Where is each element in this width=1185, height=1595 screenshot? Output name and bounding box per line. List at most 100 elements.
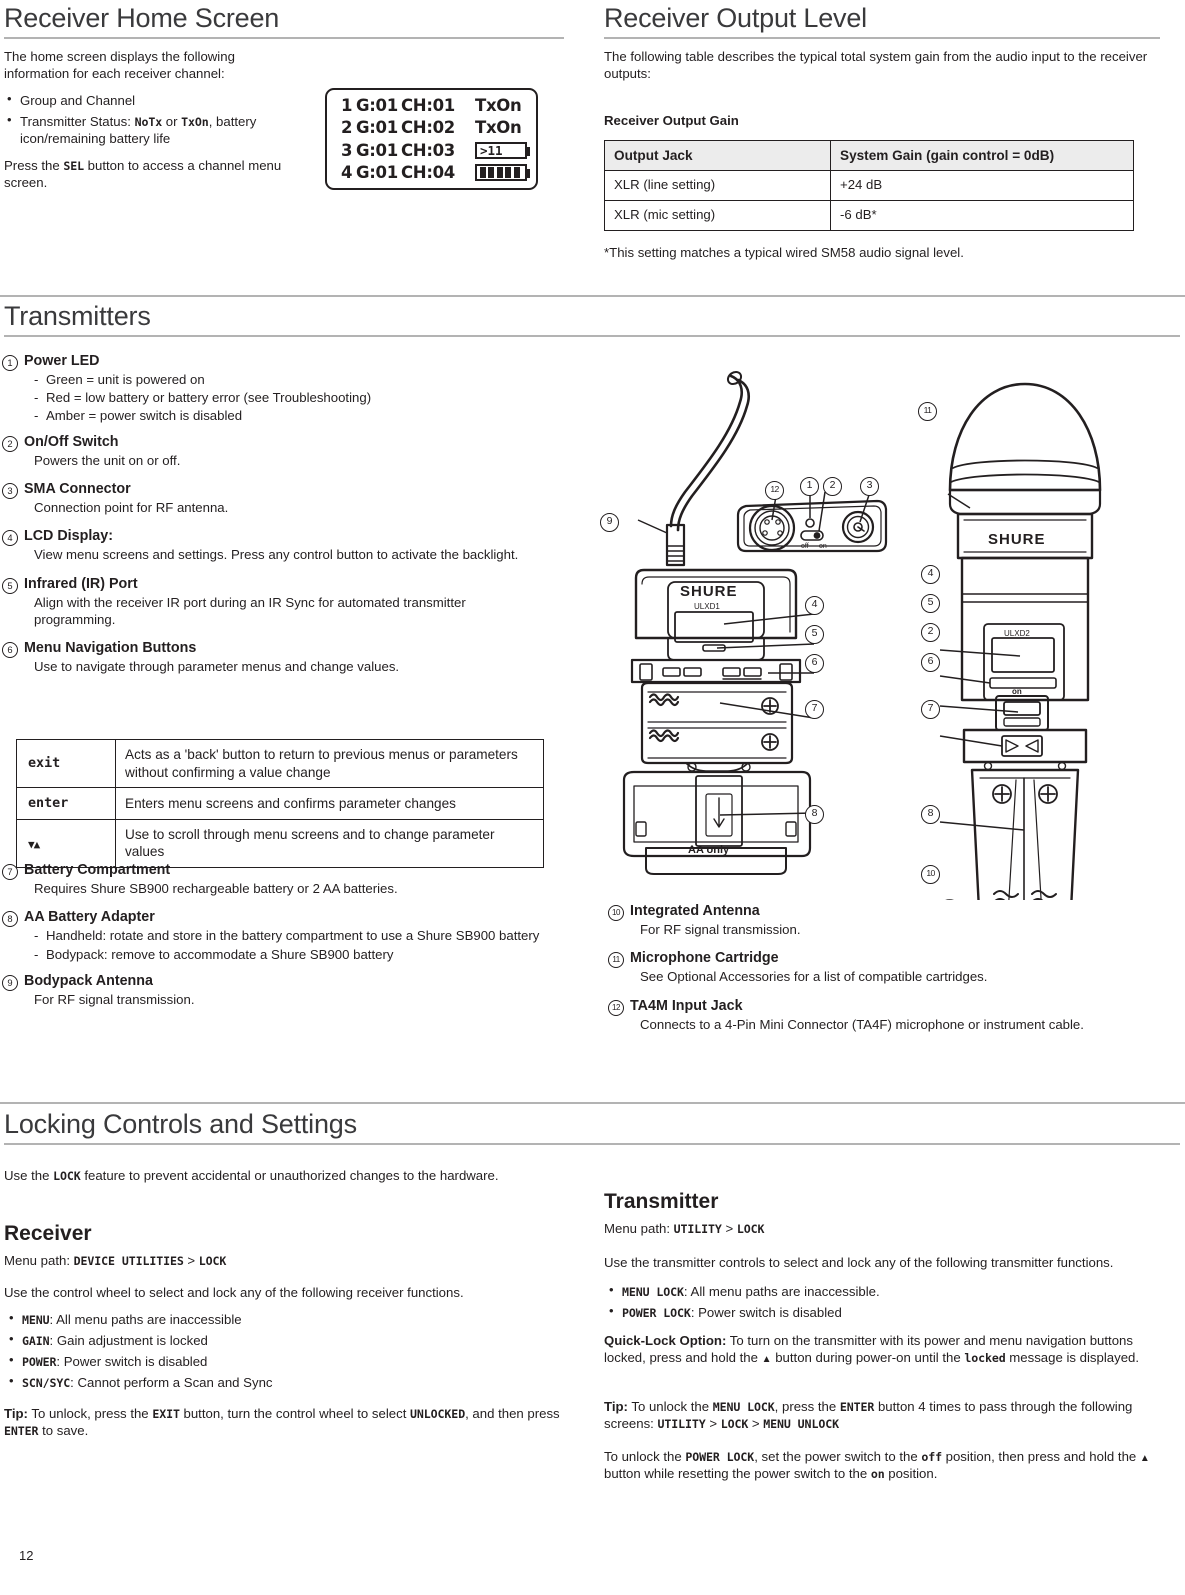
transmitters-title: Transmitters [4, 302, 1180, 338]
callout-number: 6 [2, 642, 18, 659]
callout-3: 3 [860, 477, 879, 496]
lcd-row: 2 G:01 CH:02 TxOn [341, 118, 522, 138]
locking-transmitter-final: To unlock the POWER LOCK, set the power … [604, 1449, 1150, 1482]
locking-title: Locking Controls and Settings [4, 1110, 1180, 1146]
item-desc: Powers the unit on or off. [34, 452, 181, 468]
list-item: Handheld: rotate and store in the batter… [24, 927, 549, 944]
callout-7: 7 [805, 700, 824, 719]
handheld-brand-label: SHURE [988, 531, 1046, 548]
callout-4-hh: 4 [921, 565, 940, 584]
transmitter-item-7: 7 Battery Compartment Requires Shure SB9… [2, 862, 582, 897]
transmitter-item-12: 12 TA4M Input Jack Connects to a 4-Pin M… [608, 998, 1168, 1033]
list-item: Green = unit is powered on [24, 371, 582, 388]
lcd-status: TxOn [475, 118, 522, 138]
menu-navigation-buttons-table: exit Acts as a 'back' button to return t… [16, 738, 544, 869]
item-title: SMA Connector [24, 480, 131, 497]
page-number: 12 [19, 1548, 34, 1563]
receiver-output-footnote: *This setting matches a typical wired SM… [604, 245, 964, 260]
bodypack-model-label: ULXD1 [694, 602, 720, 611]
transmitter-item-10: 10 Integrated Antenna For RF signal tran… [608, 903, 1168, 938]
callout-9: 9 [600, 513, 619, 532]
table-row: ▼▲ Use to scroll through menu screens an… [16, 818, 544, 869]
updown-arrows-icon: ▼▲ [28, 837, 40, 851]
lcd-row: 4 G:01 CH:04 [327, 162, 536, 185]
item-desc: Connects to a 4-Pin Mini Connector (TA4F… [640, 1016, 1084, 1032]
lcd-row: 1 G:01 CH:01 TxOn [341, 95, 522, 115]
callout-8: 8 [805, 805, 824, 824]
item-title: LCD Display: [24, 528, 113, 545]
callout-6: 6 [805, 654, 824, 673]
locking-transmitter-tip: Tip: To unlock the MENU LOCK, press the … [604, 1399, 1133, 1432]
callout-12: 12 [765, 481, 784, 500]
list-item: POWER LOCK: Power switch is disabled [602, 1303, 1122, 1321]
transmitter-item-8: 8 AA Battery Adapter Handheld: rotate an… [2, 909, 582, 963]
section-divider-locking [0, 1102, 1185, 1104]
locking-receiver-tip: Tip: To unlock, press the EXIT button, t… [4, 1406, 560, 1439]
transmitter-items-right: 10 Integrated Antenna For RF signal tran… [608, 903, 1168, 1037]
table-cell: XLR (mic setting) [604, 200, 831, 232]
transmitter-item-4: 4 LCD Display: View menu screens and set… [2, 528, 582, 563]
bodypack-brand-label: SHURE [680, 583, 738, 600]
transmitter-item-6: 6 Menu Navigation Buttons Use to navigat… [2, 640, 582, 675]
callout-2-hh: 2 [921, 623, 940, 642]
table-cell-desc: Acts as a 'back' button to return to pre… [115, 738, 544, 789]
receiver-output-heading-block: Receiver Output Level [604, 4, 1160, 40]
receiver-home-title: Receiver Home Screen [4, 4, 564, 40]
list-item: Red = low battery or battery error (see … [24, 389, 582, 406]
table-cell-key: ▼▲ [16, 818, 116, 869]
table-cell-key: enter [16, 787, 116, 820]
locking-receiver-heading: Receiver [4, 1222, 92, 1245]
list-item: SCN/SYC: Cannot perform a Scan and Sync [2, 1373, 502, 1391]
receiver-output-title: Receiver Output Level [604, 4, 1160, 40]
list-item: GAIN: Gain adjustment is locked [2, 1331, 502, 1349]
receiver-output-gain-table: Output Jack System Gain (gain control = … [604, 139, 1134, 232]
transmitter-items-left-2: 7 Battery Compartment Requires Shure SB9… [2, 862, 582, 1012]
table-cell: +24 dB [830, 170, 1134, 202]
receiver-home-outro: Press the SEL button to access a channel… [4, 158, 282, 191]
table-cell: -6 dB* [830, 200, 1134, 232]
table-row: exit Acts as a 'back' button to return t… [16, 738, 544, 789]
item-dash-list: Handheld: rotate and store in the batter… [24, 927, 549, 962]
transmitter-item-2: 2 On/Off Switch Powers the unit on or of… [2, 434, 582, 469]
transmitter-item-5: 5 Infrared (IR) Port Align with the rece… [2, 576, 582, 628]
receiver-output-intro: The following table describes the typica… [604, 49, 1148, 82]
item-desc: See Optional Accessories for a list of c… [640, 969, 988, 985]
table-cell-desc: Enters menu screens and confirms paramet… [115, 787, 544, 820]
item-dash-list: Green = unit is powered on Red = low bat… [24, 371, 582, 425]
callout-7-hh: 7 [921, 700, 940, 719]
callout-number: 12 [608, 999, 624, 1016]
item-title: Infrared (IR) Port [24, 575, 138, 592]
item-title: Bodypack Antenna [24, 972, 153, 989]
callout-10-hh: 10 [921, 865, 940, 884]
callout-5-hh: 5 [921, 594, 940, 613]
callout-number: 4 [2, 530, 18, 547]
item-title: Power LED [24, 353, 100, 369]
list-item: Transmitter Status: NoTx or TxOn, batter… [0, 112, 300, 147]
section-divider-top [0, 295, 1185, 297]
up-arrow-icon: ▲ [1139, 1453, 1150, 1464]
locking-receiver-bullets: MENU: All menu paths are inaccessible GA… [2, 1310, 502, 1396]
list-item: MENU LOCK: All menu paths are inaccessib… [602, 1282, 1122, 1300]
item-desc: For RF signal transmission. [34, 991, 195, 1007]
locking-transmitter-lead: Use the transmitter controls to select a… [604, 1255, 1114, 1270]
transmitter-item-11: 11 Microphone Cartridge See Optional Acc… [608, 950, 1168, 985]
callout-number: 10 [608, 905, 624, 921]
transmitter-items-left: 1 Power LED Green = unit is powered on R… [2, 353, 582, 682]
item-title: Battery Compartment [24, 862, 171, 878]
locking-intro: Use the LOCK feature to prevent accident… [4, 1168, 499, 1183]
bodypack-body [622, 568, 812, 875]
item-title: On/Off Switch [24, 433, 119, 450]
callout-number: 3 [2, 482, 18, 499]
receiver-output-table-caption: Receiver Output Gain [604, 113, 739, 128]
table-row: XLR (mic setting) -6 dB* [604, 200, 1134, 232]
locking-transmitter-quicklock: Quick-Lock Option: To turn on the transm… [604, 1333, 1140, 1366]
item-desc: For RF signal transmission. [640, 922, 801, 938]
locking-receiver-menu-path: Menu path: DEVICE UTILITIES > LOCK [4, 1253, 227, 1268]
transmitters-heading-block: Transmitters [4, 302, 1180, 338]
locking-transmitter-bullets: MENU LOCK: All menu paths are inaccessib… [602, 1282, 1122, 1325]
lcd-row: 3 G:01 CH:03 >11 [327, 139, 536, 162]
receiver-home-bullets: Group and Channel Transmitter Status: No… [0, 91, 300, 151]
locking-heading-block: Locking Controls and Settings [4, 1110, 1180, 1146]
receiver-home-lcd-graphic: 1 G:01 CH:01 TxOn 2 G:01 CH:02 TxOn 3 G:… [325, 88, 538, 190]
table-cell-desc: Use to scroll through menu screens and t… [115, 818, 544, 869]
